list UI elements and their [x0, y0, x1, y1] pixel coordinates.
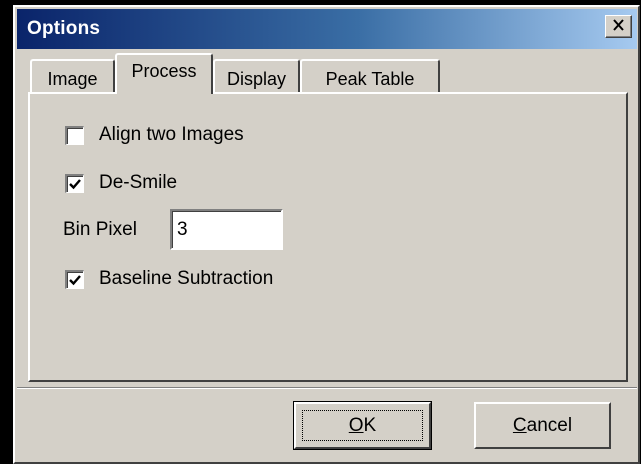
bin-pixel-label: Bin Pixel — [63, 219, 137, 240]
tab-process-label: Process — [131, 61, 197, 81]
de-smile-label[interactable]: De-Smile — [99, 172, 177, 194]
tab-display[interactable]: Display — [213, 59, 300, 94]
title-bar[interactable]: Options — [17, 9, 637, 49]
tab-peak-table[interactable]: Peak Table — [300, 59, 440, 94]
cancel-button[interactable]: Cancel — [474, 402, 611, 449]
checkmark-icon — [69, 179, 81, 190]
align-two-images-label[interactable]: Align two Images — [99, 124, 244, 146]
close-button[interactable] — [605, 15, 632, 38]
align-two-images-checkbox[interactable] — [65, 126, 84, 145]
checkmark-icon — [69, 275, 81, 286]
ok-button[interactable]: OK — [293, 401, 432, 450]
baseline-subtraction-checkbox[interactable] — [65, 270, 84, 289]
close-icon — [612, 18, 625, 36]
footer-divider — [17, 387, 637, 389]
de-smile-checkbox[interactable] — [65, 174, 84, 193]
bin-pixel-input[interactable]: 3 — [170, 209, 283, 250]
tab-display-label: Display — [226, 69, 287, 89]
tab-process[interactable]: Process — [115, 53, 213, 94]
tab-image[interactable]: Image — [30, 59, 115, 94]
focus-rectangle — [302, 410, 423, 441]
bin-pixel-value: 3 — [177, 219, 188, 240]
tab-peak-table-label: Peak Table — [325, 69, 415, 89]
tab-image-label: Image — [47, 69, 98, 89]
window-title: Options — [27, 18, 101, 39]
cancel-button-label: Cancel — [512, 414, 573, 436]
baseline-subtraction-label[interactable]: Baseline Subtraction — [99, 268, 273, 290]
options-dialog: Options Image Process Display Peak Table… — [13, 5, 640, 464]
